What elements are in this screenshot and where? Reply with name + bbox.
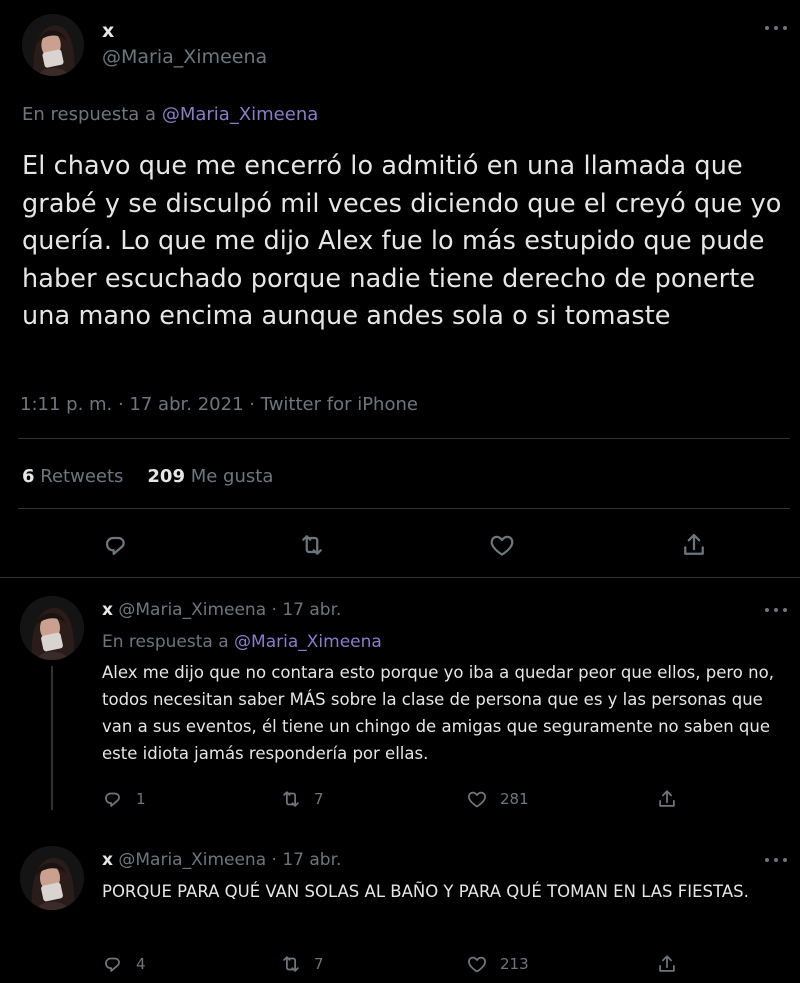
reply-icon (102, 953, 124, 975)
avatar[interactable] (22, 14, 84, 76)
avatar[interactable] (20, 846, 84, 910)
reply-action[interactable]: 1 (102, 788, 146, 810)
retweet-count: 7 (314, 955, 324, 973)
avatar[interactable] (20, 596, 84, 660)
more-icon[interactable] (764, 856, 788, 868)
more-icon[interactable] (764, 606, 788, 618)
reply-header: x @Maria_Ximeena · 17 abr. (102, 600, 341, 620)
reply-tweet[interactable]: x @Maria_Ximeena · 17 abr. PORQUE PARA Q… (0, 830, 800, 983)
display-name[interactable]: x (102, 20, 114, 42)
tweet-text: PORQUE PARA QUÉ VAN SOLAS AL BAÑO Y PARA… (102, 882, 749, 901)
like-icon (466, 788, 488, 810)
reply-context: En respuesta a @Maria_Ximeena (102, 632, 382, 652)
like-count: 281 (500, 790, 529, 808)
like-icon[interactable] (488, 531, 516, 559)
like-icon (466, 953, 488, 975)
tweet-text: El chavo que me encerró lo admitió en un… (22, 151, 782, 331)
retweets-stat[interactable]: 6 Retweets (22, 466, 123, 487)
share-icon[interactable] (680, 531, 708, 559)
reply-tweet[interactable]: x @Maria_Ximeena · 17 abr. En respuesta … (0, 578, 800, 830)
reply-mention[interactable]: @Maria_Ximeena (162, 104, 318, 125)
reply-count: 1 (136, 790, 146, 808)
divider (18, 508, 790, 509)
retweet-action[interactable]: 7 (280, 953, 324, 975)
reply-icon[interactable] (102, 531, 130, 559)
reply-context: En respuesta a @Maria_Ximeena (22, 104, 318, 125)
reply-mention[interactable]: @Maria_Ximeena (234, 632, 382, 652)
likes-count: 209 (147, 466, 185, 487)
handle-date[interactable]: @Maria_Ximeena · 17 abr. (118, 850, 341, 870)
likes-label: Me gusta (190, 466, 274, 487)
reply-icon (102, 788, 124, 810)
reply-header: x @Maria_Ximeena · 17 abr. (102, 850, 341, 870)
tweet-text: Alex me dijo que no contara esto porque … (102, 663, 774, 763)
like-count: 213 (500, 955, 529, 973)
reply-prefix: En respuesta a (22, 104, 157, 125)
retweet-icon (280, 953, 302, 975)
likes-stat[interactable]: 209 Me gusta (147, 466, 273, 487)
more-icon[interactable] (764, 24, 788, 36)
display-name[interactable]: x (102, 600, 113, 620)
retweet-count: 7 (314, 790, 324, 808)
share-icon[interactable] (656, 953, 678, 975)
reply-action[interactable]: 4 (102, 953, 146, 975)
reply-prefix: En respuesta a (102, 632, 229, 652)
handle[interactable]: @Maria_Ximeena (102, 46, 267, 68)
reply-count: 4 (136, 955, 146, 973)
engagement-stats: 6 Retweets 209 Me gusta (22, 466, 273, 487)
retweet-icon[interactable] (298, 531, 326, 559)
display-name[interactable]: x (102, 850, 113, 870)
like-action[interactable]: 281 (466, 788, 529, 810)
divider (18, 438, 790, 439)
thread-line (51, 666, 53, 810)
retweets-count: 6 (22, 466, 35, 487)
main-tweet: x @Maria_Ximeena En respuesta a @Maria_X… (0, 0, 800, 578)
retweets-label: Retweets (40, 466, 124, 487)
retweet-icon (280, 788, 302, 810)
retweet-action[interactable]: 7 (280, 788, 324, 810)
share-icon[interactable] (656, 788, 678, 810)
handle-date[interactable]: @Maria_Ximeena · 17 abr. (118, 600, 341, 620)
like-action[interactable]: 213 (466, 953, 529, 975)
tweet-meta[interactable]: 1:11 p. m. · 17 abr. 2021 · Twitter for … (20, 394, 418, 415)
